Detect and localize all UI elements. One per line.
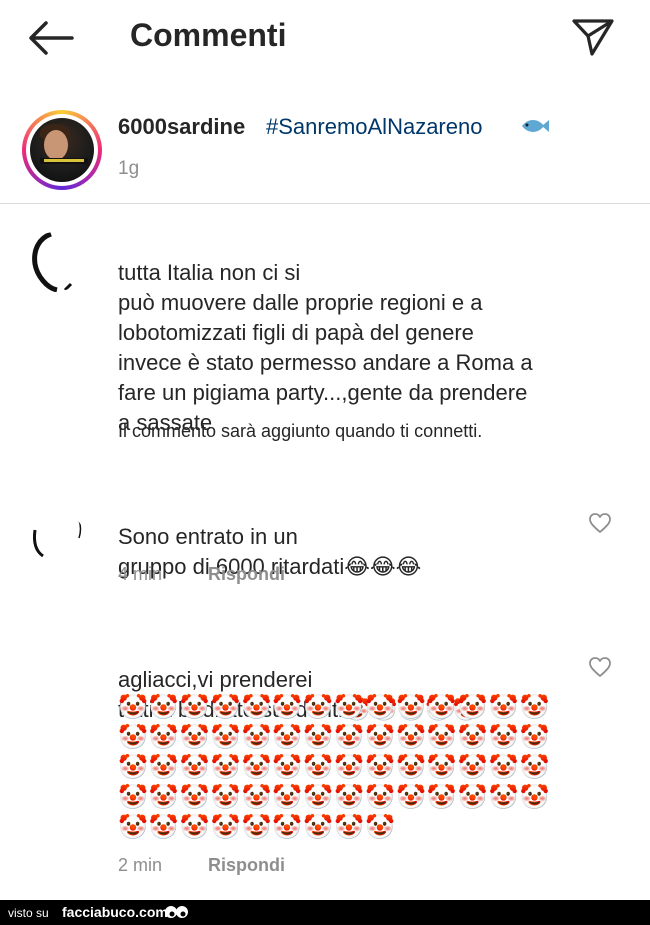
- divider: [0, 203, 650, 204]
- footer-prefix: visto su: [8, 906, 49, 920]
- heart-icon[interactable]: [588, 512, 612, 534]
- redacted-username: [118, 637, 304, 665]
- redacted-username: [118, 494, 304, 522]
- send-icon[interactable]: [570, 16, 616, 58]
- comment-timestamp: 2 min: [118, 855, 163, 875]
- post-hashtag[interactable]: #SanremoAlNazareno: [266, 114, 482, 140]
- comment-avatar[interactable]: [25, 510, 85, 570]
- post-author[interactable]: 6000sardine: [118, 114, 245, 140]
- eyes-logo-icon: [165, 906, 188, 918]
- header-bar: Commenti: [0, 0, 650, 80]
- comment-text: tutta Italia non ci si può muovere dalle…: [118, 260, 533, 435]
- watermark-footer: visto su facciabuco.com: [0, 900, 650, 925]
- reply-button[interactable]: Rispondi: [208, 855, 285, 876]
- fish-emoji-icon: [522, 120, 549, 132]
- comment-avatar[interactable]: [25, 232, 85, 292]
- post-avatar[interactable]: [22, 110, 102, 190]
- reply-button[interactable]: Rispondi: [208, 564, 285, 585]
- pending-comment-note: Il commento sarà aggiunto quando ti conn…: [118, 421, 483, 441]
- footer-site[interactable]: facciabuco.com: [62, 904, 168, 920]
- comment-avatar[interactable]: [25, 640, 85, 700]
- comment-timestamp: 4 min: [118, 564, 163, 584]
- post-caption: 6000sardine #SanremoAlNazareno 1g: [0, 100, 650, 200]
- heart-icon[interactable]: [588, 656, 612, 678]
- page-title: Commenti: [130, 17, 287, 53]
- clown-emoji-block: 🤡🤡🤡🤡🤡🤡🤡🤡🤡🤡🤡🤡🤡🤡 🤡🤡🤡🤡🤡🤡🤡🤡🤡🤡🤡🤡🤡🤡 🤡🤡🤡🤡🤡🤡🤡🤡🤡🤡…: [118, 694, 551, 841]
- redacted-username: [118, 230, 316, 258]
- post-timestamp: 1g: [118, 158, 140, 179]
- back-arrow-icon[interactable]: [28, 20, 74, 56]
